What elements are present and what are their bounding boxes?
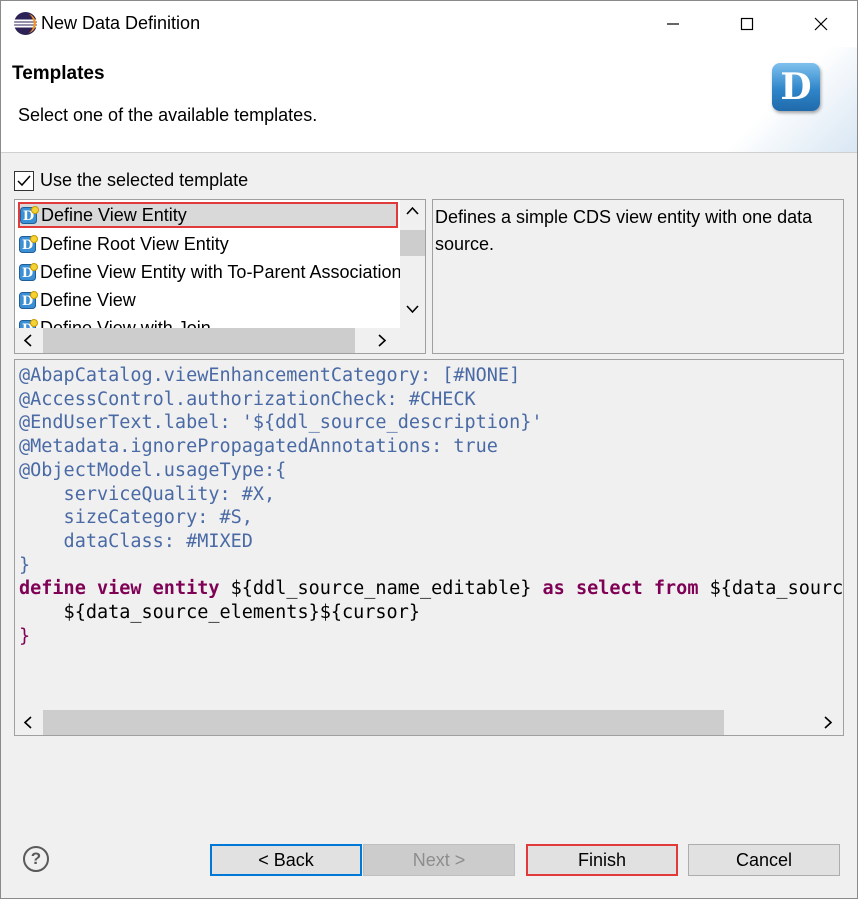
template-item-define-view-entity-to-parent[interactable]: D Define View Entity with To-Parent Asso… <box>19 259 400 285</box>
cds-template-icon: D <box>20 205 39 224</box>
code-line: dataClass: #MIXED <box>19 530 253 552</box>
next-button[interactable]: Next > <box>363 844 515 876</box>
chevron-right-icon[interactable] <box>823 716 833 729</box>
chevron-right-icon[interactable] <box>377 334 387 347</box>
chevron-up-icon[interactable] <box>406 206 419 216</box>
code-line: serviceQuality: #X, <box>19 483 276 505</box>
maximize-button[interactable] <box>713 1 781 47</box>
eclipse-app-icon <box>14 12 37 35</box>
close-icon <box>814 17 828 31</box>
scrollbar-thumb[interactable] <box>43 710 724 735</box>
code-line: } <box>19 625 31 647</box>
use-template-row[interactable]: Use the selected template <box>14 170 248 191</box>
code-line: sizeCategory: #S, <box>19 507 253 529</box>
data-definition-logo-icon: D <box>772 63 820 111</box>
checkmark-icon <box>17 175 31 186</box>
template-list[interactable]: D Define View Entity D Define Root View … <box>14 199 426 354</box>
template-preview[interactable]: @AbapCatalog.viewEnhancementCategory: [#… <box>14 359 844 736</box>
template-item-label: Define View <box>40 289 136 310</box>
template-description-panel: Defines a simple CDS view entity with on… <box>432 199 844 354</box>
template-item-define-root-view-entity[interactable]: D Define Root View Entity <box>19 231 399 257</box>
template-item-define-view-with-join[interactable]: D Define View with Join <box>19 315 399 328</box>
dialog-window: New Data Definition Templates Select one… <box>0 0 858 899</box>
code-line: } <box>19 554 31 576</box>
template-item-define-view-entity[interactable]: D Define View Entity <box>18 202 398 228</box>
help-icon[interactable]: ? <box>23 846 49 872</box>
template-list-vertical-scrollbar[interactable] <box>400 200 425 328</box>
template-item-define-view[interactable]: D Define View <box>19 287 399 313</box>
code-line: @Metadata.ignorePropagatedAnnotations: t… <box>19 436 498 458</box>
back-button[interactable]: < Back <box>210 844 362 876</box>
template-list-items: D Define View Entity D Define Root View … <box>15 200 400 328</box>
use-template-label: Use the selected template <box>40 170 249 190</box>
template-list-horizontal-scrollbar[interactable] <box>15 328 425 353</box>
chevron-down-icon[interactable] <box>406 304 419 314</box>
template-item-label: Define View Entity with To-Parent Associ… <box>40 261 400 282</box>
page-title: Templates <box>12 63 105 84</box>
scrollbar-thumb[interactable] <box>400 230 425 256</box>
code-line: define view entity ${ddl_source_name_edi… <box>19 578 844 600</box>
cds-template-icon: D <box>19 234 38 253</box>
chevron-left-icon[interactable] <box>23 334 33 347</box>
scrollbar-thumb[interactable] <box>43 328 355 353</box>
close-button[interactable] <box>787 1 855 47</box>
chevron-left-icon[interactable] <box>23 716 33 729</box>
minimize-button[interactable] <box>639 1 707 47</box>
code-line: @AbapCatalog.viewEnhancementCategory: [#… <box>19 365 521 386</box>
code-line: @EndUserText.label: '${ddl_source_descri… <box>19 412 543 434</box>
code-preview: @AbapCatalog.viewEnhancementCategory: [#… <box>19 364 844 708</box>
finish-button[interactable]: Finish <box>526 844 678 876</box>
cds-template-icon: D <box>19 318 38 328</box>
template-item-label: Define View with Join <box>40 317 211 329</box>
template-description: Defines a simple CDS view entity with on… <box>435 207 813 254</box>
use-template-checkbox[interactable] <box>14 170 34 191</box>
code-line: ${data_source_elements}${cursor} <box>19 602 420 624</box>
maximize-icon <box>740 17 754 31</box>
window-title: New Data Definition <box>41 13 201 33</box>
page-subtitle: Select one of the available templates. <box>18 105 318 125</box>
cds-template-icon: D <box>19 262 38 281</box>
code-line: @ObjectModel.usageType:{ <box>19 459 287 481</box>
minimize-icon <box>667 23 679 25</box>
wizard-banner: Templates Select one of the available te… <box>1 47 857 153</box>
title-bar: New Data Definition <box>1 1 857 47</box>
cds-template-icon: D <box>19 290 38 309</box>
template-item-label: Define Root View Entity <box>40 233 229 254</box>
code-line: @AccessControl.authorizationCheck: #CHEC… <box>19 388 476 410</box>
template-item-label: Define View Entity <box>41 204 187 225</box>
cancel-button[interactable]: Cancel <box>688 844 840 876</box>
code-horizontal-scrollbar[interactable] <box>15 710 843 735</box>
